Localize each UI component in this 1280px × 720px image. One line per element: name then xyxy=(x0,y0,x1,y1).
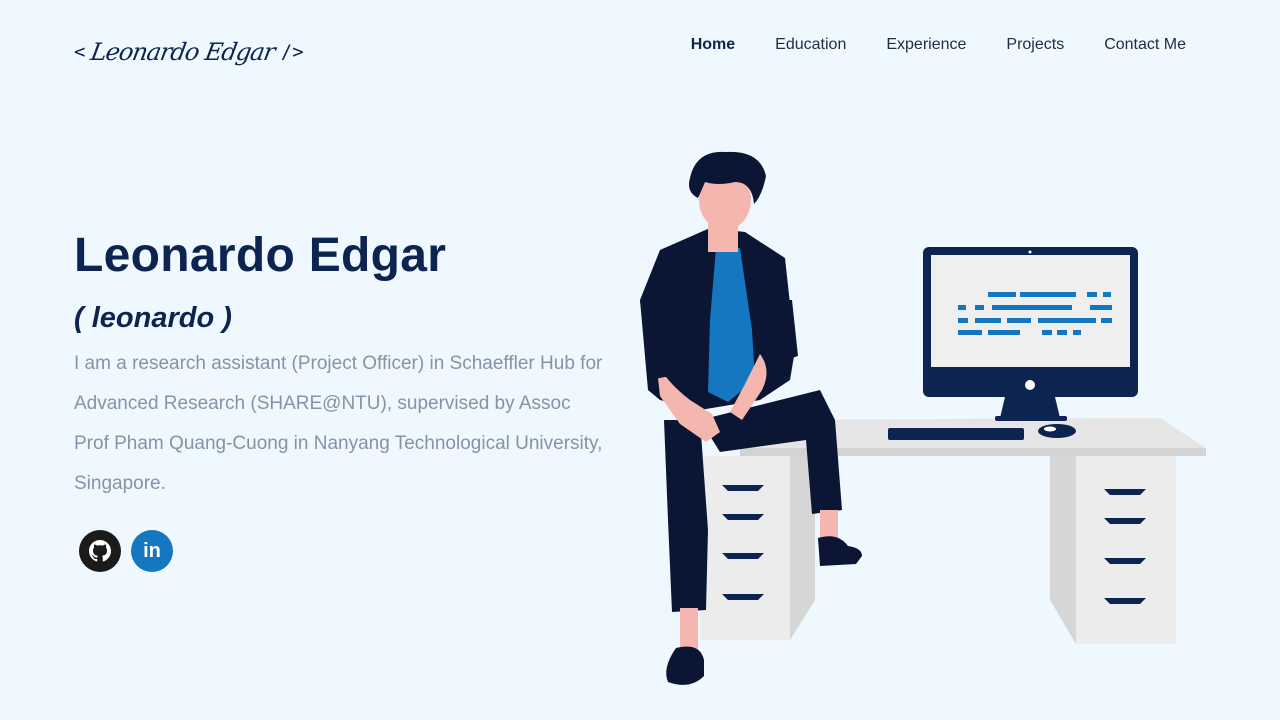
github-link[interactable] xyxy=(79,530,121,572)
nav-education[interactable]: Education xyxy=(775,36,846,54)
logo-open-bracket: < xyxy=(74,41,86,63)
hero-nickname: ( leonardo ) xyxy=(74,302,232,334)
hero-illustration xyxy=(640,151,1206,685)
linkedin-icon: in xyxy=(143,539,161,562)
nav-contact-me[interactable]: Contact Me xyxy=(1104,36,1186,54)
social-links: in xyxy=(79,530,173,572)
linkedin-link[interactable]: in xyxy=(131,530,173,572)
hero-bio: I am a research assistant (Project Offic… xyxy=(74,353,603,494)
nav-home[interactable]: Home xyxy=(691,36,735,54)
logo-link[interactable]: < Leonardo Edgar /> xyxy=(74,28,304,76)
nav-projects[interactable]: Projects xyxy=(1006,36,1064,54)
logo-signature: Leonardo Edgar xyxy=(88,38,278,66)
desk-illustration xyxy=(700,418,1206,644)
nav-experience[interactable]: Experience xyxy=(886,36,966,54)
logo-close-bracket: /> xyxy=(280,41,304,63)
monitor-illustration xyxy=(923,247,1138,421)
mouse-illustration xyxy=(1038,424,1076,438)
hero-name: Leonardo Edgar xyxy=(74,229,447,282)
main-nav: Home Education Experience Projects Conta… xyxy=(691,36,1186,54)
github-icon xyxy=(89,540,111,562)
keyboard-illustration xyxy=(888,428,1024,440)
